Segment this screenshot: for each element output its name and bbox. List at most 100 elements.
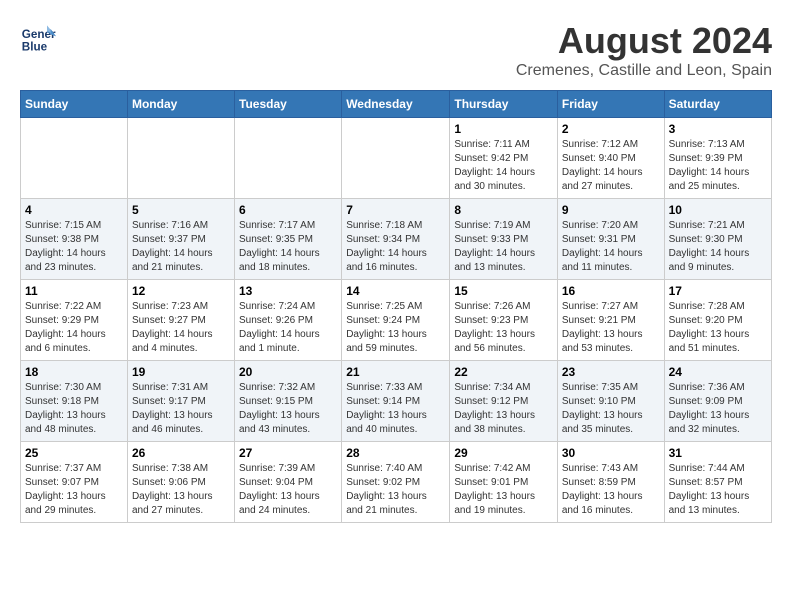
day-number: 9 xyxy=(562,203,660,217)
day-number: 26 xyxy=(132,446,230,460)
day-info: Sunrise: 7:36 AM Sunset: 9:09 PM Dayligh… xyxy=(669,381,767,437)
calendar-week-5: 25 Sunrise: 7:37 AM Sunset: 9:07 PM Dayli… xyxy=(21,442,772,523)
day-info: Sunrise: 7:43 AM Sunset: 8:59 PM Dayligh… xyxy=(562,462,660,518)
calendar-week-4: 18 Sunrise: 7:30 AM Sunset: 9:18 PM Dayli… xyxy=(21,361,772,442)
calendar-cell: 7 Sunrise: 7:18 AM Sunset: 9:34 PM Daylig… xyxy=(342,199,450,280)
day-number: 1 xyxy=(454,122,553,136)
day-number: 4 xyxy=(25,203,123,217)
calendar-table: SundayMondayTuesdayWednesdayThursdayFrid… xyxy=(20,90,772,523)
day-number: 24 xyxy=(669,365,767,379)
calendar-cell: 11 Sunrise: 7:22 AM Sunset: 9:29 PM Dayli… xyxy=(21,280,128,361)
day-number: 8 xyxy=(454,203,553,217)
day-info: Sunrise: 7:44 AM Sunset: 8:57 PM Dayligh… xyxy=(669,462,767,518)
day-info: Sunrise: 7:34 AM Sunset: 9:12 PM Dayligh… xyxy=(454,381,553,437)
day-info: Sunrise: 7:30 AM Sunset: 9:18 PM Dayligh… xyxy=(25,381,123,437)
calendar-cell: 28Sunrise: 7:40 AM Sunset: 9:02 PM Dayli… xyxy=(342,442,450,523)
day-number: 13 xyxy=(239,284,337,298)
calendar-cell: 5Sunrise: 7:16 AM Sunset: 9:37 PM Daylig… xyxy=(127,199,234,280)
calendar-cell: 12 Sunrise: 7:23 AM Sunset: 9:27 PM Dayli… xyxy=(127,280,234,361)
day-number: 11 xyxy=(25,284,123,298)
day-number: 27 xyxy=(239,446,337,460)
calendar-header-sunday: Sunday xyxy=(21,91,128,118)
page-header: General Blue August 2024 Cremenes, Casti… xyxy=(20,20,772,80)
subtitle: Cremenes, Castille and Leon, Spain xyxy=(516,62,772,80)
calendar-cell: 25 Sunrise: 7:37 AM Sunset: 9:07 PM Dayli… xyxy=(21,442,128,523)
day-number: 12 xyxy=(132,284,230,298)
day-number: 14 xyxy=(346,284,445,298)
day-number: 17 xyxy=(669,284,767,298)
day-number: 6 xyxy=(239,203,337,217)
calendar-cell: 22 Sunrise: 7:34 AM Sunset: 9:12 PM Dayli… xyxy=(450,361,558,442)
calendar-header-thursday: Thursday xyxy=(450,91,558,118)
calendar-week-1: 1 Sunrise: 7:11 AM Sunset: 9:42 PM Daylig… xyxy=(21,118,772,199)
day-number: 21 xyxy=(346,365,445,379)
calendar-cell: 13 Sunrise: 7:24 AM Sunset: 9:26 PM Dayli… xyxy=(235,280,342,361)
day-info: Sunrise: 7:31 AM Sunset: 9:17 PM Dayligh… xyxy=(132,381,230,437)
logo: General Blue xyxy=(20,20,60,56)
day-number: 2 xyxy=(562,122,660,136)
day-info: Sunrise: 7:21 AM Sunset: 9:30 PM Dayligh… xyxy=(669,219,767,275)
calendar-cell xyxy=(21,118,128,199)
calendar-cell: 21 Sunrise: 7:33 AM Sunset: 9:14 PM Dayli… xyxy=(342,361,450,442)
calendar-cell: 18 Sunrise: 7:30 AM Sunset: 9:18 PM Dayli… xyxy=(21,361,128,442)
day-number: 19 xyxy=(132,365,230,379)
day-info: Sunrise: 7:22 AM Sunset: 9:29 PM Dayligh… xyxy=(25,300,123,356)
calendar-cell: 14 Sunrise: 7:25 AM Sunset: 9:24 PM Dayli… xyxy=(342,280,450,361)
day-number: 16 xyxy=(562,284,660,298)
day-info: Sunrise: 7:18 AM Sunset: 9:34 PM Dayligh… xyxy=(346,219,445,275)
calendar-cell: 3 Sunrise: 7:13 AM Sunset: 9:39 PM Daylig… xyxy=(664,118,771,199)
day-info: Sunrise: 7:25 AM Sunset: 9:24 PM Dayligh… xyxy=(346,300,445,356)
day-info: Sunrise: 7:24 AM Sunset: 9:26 PM Dayligh… xyxy=(239,300,337,356)
calendar-cell: 24 Sunrise: 7:36 AM Sunset: 9:09 PM Dayli… xyxy=(664,361,771,442)
logo-icon: General Blue xyxy=(20,20,56,56)
day-info: Sunrise: 7:12 AM Sunset: 9:40 PM Dayligh… xyxy=(562,138,660,194)
calendar-cell: 9 Sunrise: 7:20 AM Sunset: 9:31 PM Daylig… xyxy=(557,199,664,280)
calendar-header-tuesday: Tuesday xyxy=(235,91,342,118)
day-number: 22 xyxy=(454,365,553,379)
calendar-cell: 1 Sunrise: 7:11 AM Sunset: 9:42 PM Daylig… xyxy=(450,118,558,199)
calendar-cell: 10 Sunrise: 7:21 AM Sunset: 9:30 PM Dayli… xyxy=(664,199,771,280)
day-number: 3 xyxy=(669,122,767,136)
day-info: Sunrise: 7:37 AM Sunset: 9:07 PM Dayligh… xyxy=(25,462,123,518)
day-info: Sunrise: 7:15 AM Sunset: 9:38 PM Dayligh… xyxy=(25,219,123,275)
calendar-cell: 6 Sunrise: 7:17 AM Sunset: 9:35 PM Daylig… xyxy=(235,199,342,280)
calendar-week-2: 4 Sunrise: 7:15 AM Sunset: 9:38 PM Daylig… xyxy=(21,199,772,280)
calendar-cell: 15 Sunrise: 7:26 AM Sunset: 9:23 PM Dayli… xyxy=(450,280,558,361)
day-number: 30 xyxy=(562,446,660,460)
calendar-cell: 8Sunrise: 7:19 AM Sunset: 9:33 PM Daylig… xyxy=(450,199,558,280)
day-number: 28 xyxy=(346,446,445,460)
calendar-header-monday: Monday xyxy=(127,91,234,118)
day-info: Sunrise: 7:17 AM Sunset: 9:35 PM Dayligh… xyxy=(239,219,337,275)
day-number: 15 xyxy=(454,284,553,298)
day-number: 7 xyxy=(346,203,445,217)
calendar-cell: 29Sunrise: 7:42 AM Sunset: 9:01 PM Dayli… xyxy=(450,442,558,523)
day-number: 18 xyxy=(25,365,123,379)
day-number: 10 xyxy=(669,203,767,217)
day-info: Sunrise: 7:35 AM Sunset: 9:10 PM Dayligh… xyxy=(562,381,660,437)
calendar-cell: 4 Sunrise: 7:15 AM Sunset: 9:38 PM Daylig… xyxy=(21,199,128,280)
calendar-header-saturday: Saturday xyxy=(664,91,771,118)
day-number: 20 xyxy=(239,365,337,379)
day-number: 25 xyxy=(25,446,123,460)
main-title: August 2024 xyxy=(516,20,772,62)
calendar-header-friday: Friday xyxy=(557,91,664,118)
calendar-cell: 26Sunrise: 7:38 AM Sunset: 9:06 PM Dayli… xyxy=(127,442,234,523)
day-number: 29 xyxy=(454,446,553,460)
day-info: Sunrise: 7:20 AM Sunset: 9:31 PM Dayligh… xyxy=(562,219,660,275)
calendar-cell xyxy=(235,118,342,199)
day-info: Sunrise: 7:39 AM Sunset: 9:04 PM Dayligh… xyxy=(239,462,337,518)
calendar-week-3: 11 Sunrise: 7:22 AM Sunset: 9:29 PM Dayli… xyxy=(21,280,772,361)
day-info: Sunrise: 7:23 AM Sunset: 9:27 PM Dayligh… xyxy=(132,300,230,356)
day-info: Sunrise: 7:32 AM Sunset: 9:15 PM Dayligh… xyxy=(239,381,337,437)
calendar-cell: 17Sunrise: 7:28 AM Sunset: 9:20 PM Dayli… xyxy=(664,280,771,361)
day-info: Sunrise: 7:27 AM Sunset: 9:21 PM Dayligh… xyxy=(562,300,660,356)
day-info: Sunrise: 7:11 AM Sunset: 9:42 PM Dayligh… xyxy=(454,138,553,194)
day-info: Sunrise: 7:13 AM Sunset: 9:39 PM Dayligh… xyxy=(669,138,767,194)
day-info: Sunrise: 7:33 AM Sunset: 9:14 PM Dayligh… xyxy=(346,381,445,437)
day-info: Sunrise: 7:16 AM Sunset: 9:37 PM Dayligh… xyxy=(132,219,230,275)
day-info: Sunrise: 7:26 AM Sunset: 9:23 PM Dayligh… xyxy=(454,300,553,356)
calendar-cell: 31Sunrise: 7:44 AM Sunset: 8:57 PM Dayli… xyxy=(664,442,771,523)
calendar-cell: 27 Sunrise: 7:39 AM Sunset: 9:04 PM Dayli… xyxy=(235,442,342,523)
calendar-cell: 19 Sunrise: 7:31 AM Sunset: 9:17 PM Dayli… xyxy=(127,361,234,442)
title-section: August 2024 Cremenes, Castille and Leon,… xyxy=(516,20,772,80)
